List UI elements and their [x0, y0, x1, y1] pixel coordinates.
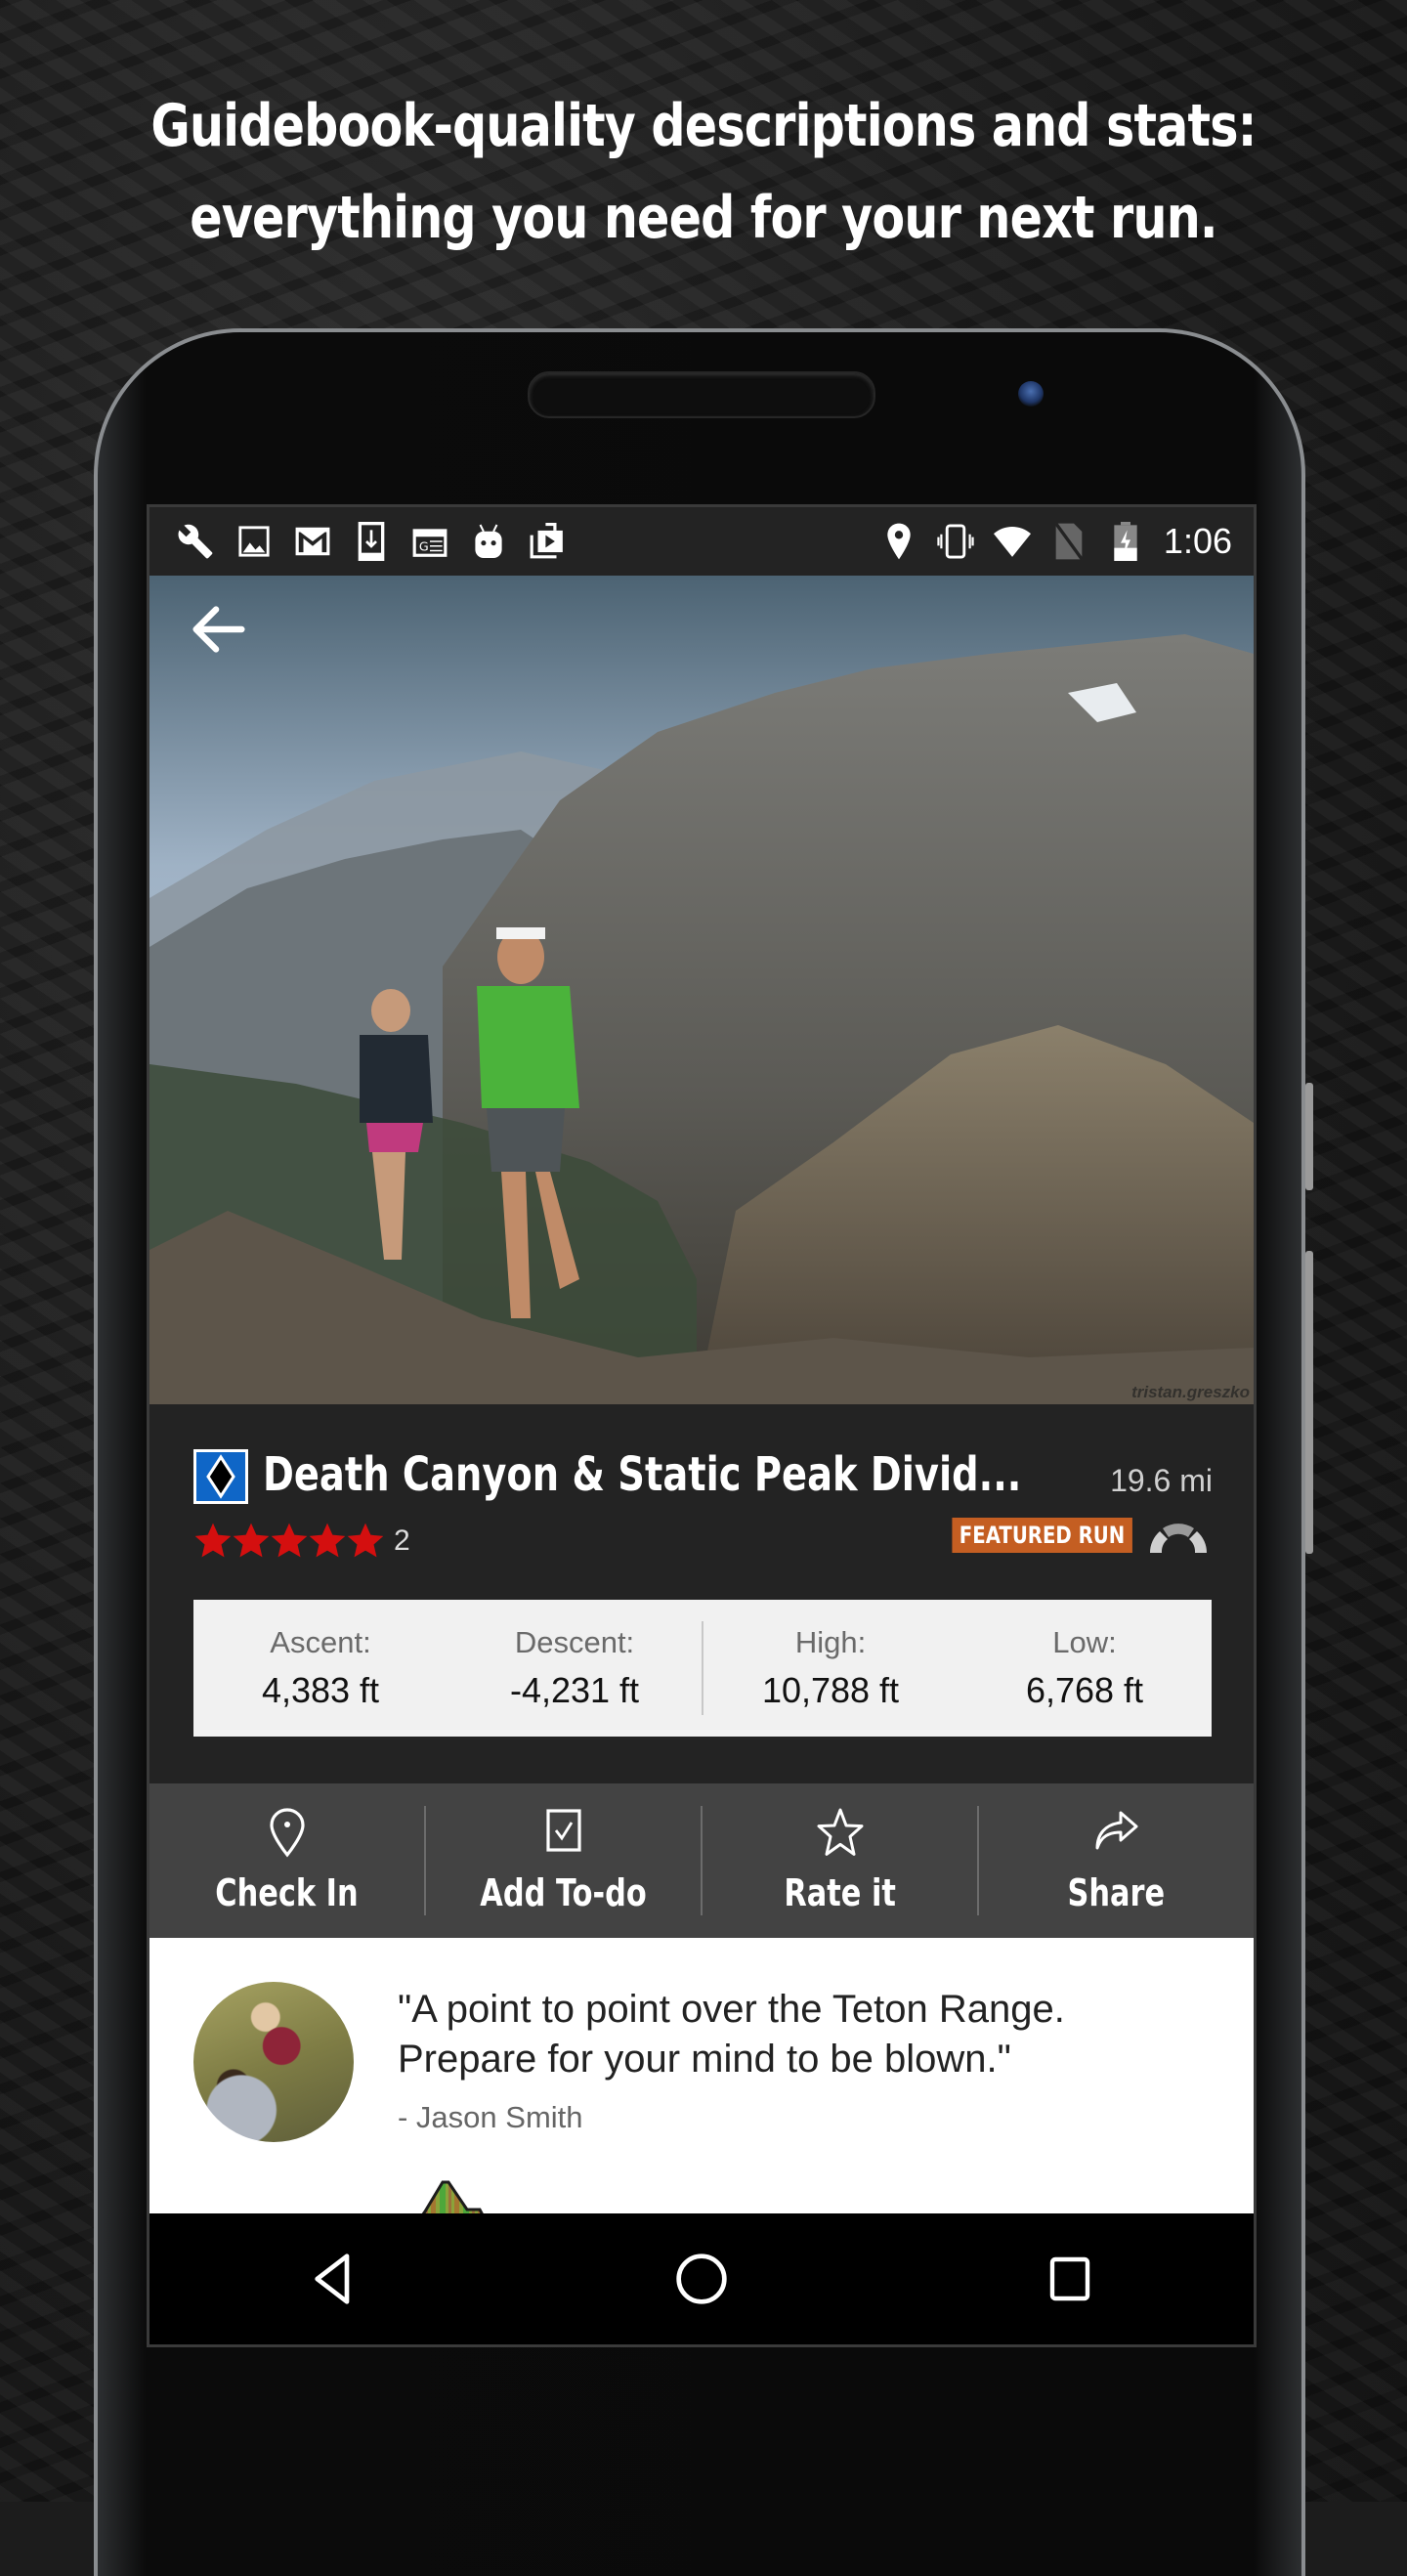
android-navigation-bar — [149, 2213, 1254, 2344]
rate-it-button[interactable]: Rate it — [703, 1807, 977, 1914]
nav-home-icon — [676, 2254, 727, 2304]
star-rating: 2 — [193, 1522, 410, 1561]
svg-text:G: G — [419, 539, 429, 554]
stats-box: Ascent: 4,383 ft Descent: -4,231 ft High… — [193, 1600, 1212, 1737]
headline-line-1: Guidebook-quality descriptions and stats… — [150, 92, 1257, 160]
wifi-icon — [993, 522, 1031, 561]
promo-headline: Guidebook-quality descriptions and stats… — [127, 80, 1281, 264]
headline-line-2: everything you need for your next run. — [190, 184, 1217, 252]
play-store-icon — [529, 522, 566, 561]
phone-screen: G 1:06 tristan.greszko Death Canyon & St… — [147, 504, 1257, 2347]
share-arrow-icon — [1095, 1811, 1137, 1850]
status-bar: G 1:06 — [149, 507, 1254, 576]
nav-recents-button[interactable] — [1031, 2240, 1109, 2318]
stat-ascent: Ascent: 4,383 ft — [261, 1625, 380, 1710]
earpiece-speaker — [528, 371, 875, 418]
arrow-left-icon — [192, 606, 245, 653]
checkbox-icon — [545, 1809, 581, 1852]
news-icon: G — [411, 522, 448, 561]
back-button[interactable] — [185, 595, 253, 664]
vibrate-icon — [937, 522, 974, 561]
route-info-panel: Death Canyon & Static Peak Divid... 19.6… — [149, 1404, 1254, 1783]
stat-high: High: 10,788 ft — [761, 1625, 900, 1710]
image-icon — [235, 522, 273, 561]
nav-recents-icon — [1049, 2256, 1089, 2301]
stat-low: Low: 6,768 ft — [1025, 1625, 1144, 1710]
action-bar: Check In Add To-do Rate it Share — [149, 1783, 1254, 1938]
share-button[interactable]: Share — [979, 1807, 1254, 1914]
download-icon — [353, 522, 390, 561]
review-quote: "A point to point over the Teton Range. … — [398, 1988, 1065, 2081]
black-diamond-icon — [193, 1449, 248, 1504]
star-icon — [233, 1523, 270, 1558]
review-author: - Jason Smith — [398, 2100, 583, 2134]
map-pin-icon — [269, 1808, 305, 1858]
star-icon — [347, 1523, 384, 1558]
star-outline-icon — [817, 1808, 863, 1856]
star-icon — [194, 1523, 232, 1558]
gmail-icon — [294, 522, 331, 561]
power-button — [1305, 1251, 1313, 1554]
nav-back-button[interactable] — [294, 2240, 372, 2318]
route-photo: tristan.greszko — [149, 576, 1254, 1404]
star-icon — [271, 1523, 308, 1558]
add-todo-button[interactable]: Add To-do — [426, 1807, 701, 1914]
check-in-button[interactable]: Check In — [149, 1807, 424, 1914]
location-icon — [880, 522, 917, 561]
mountain-scene — [149, 576, 1254, 1404]
battery-charging-icon — [1107, 522, 1144, 561]
no-sim-icon — [1050, 522, 1087, 561]
featured-run-badge: FEATURED RUN — [952, 1518, 1132, 1553]
volume-button — [1305, 1083, 1313, 1190]
wrench-icon — [177, 522, 214, 561]
nav-back-icon — [315, 2254, 350, 2304]
difficulty-gauge-icon — [1149, 1524, 1208, 1553]
route-distance: 19.6 mi — [1110, 1463, 1213, 1498]
nav-home-button[interactable] — [662, 2240, 741, 2318]
front-camera — [1018, 381, 1044, 407]
rating-count: 2 — [394, 1524, 410, 1557]
stat-descent: Descent: -4,231 ft — [509, 1625, 640, 1710]
photo-credit: tristan.greszko — [1131, 1383, 1250, 1401]
route-title: Death Canyon & Static Peak Divid... — [263, 1447, 1022, 1502]
reviewer-avatar[interactable] — [193, 1982, 354, 2142]
star-icon — [309, 1523, 346, 1558]
clock: 1:06 — [1163, 521, 1232, 561]
android-icon — [470, 522, 507, 561]
